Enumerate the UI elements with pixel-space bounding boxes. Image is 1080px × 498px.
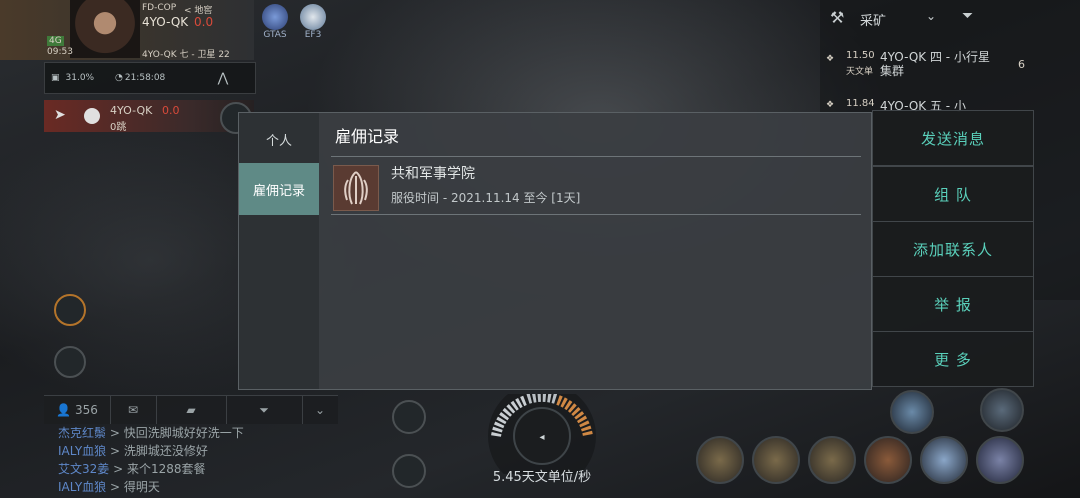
corp-tag: FD-COP bbox=[142, 3, 177, 13]
booster-module-icon[interactable] bbox=[864, 436, 912, 484]
corp-logo bbox=[333, 165, 379, 211]
drone-module-icon[interactable] bbox=[890, 390, 934, 434]
sender-name: IALY血狼 bbox=[58, 444, 107, 458]
tab-label: 雇佣记录 bbox=[252, 183, 305, 199]
message-text: > 快回洗脚城好好洗一下 bbox=[106, 426, 244, 440]
more-button[interactable]: 更 多 bbox=[872, 331, 1034, 387]
members-icon: 👤 bbox=[56, 403, 72, 417]
ef3-alliance-icon bbox=[300, 4, 326, 30]
autopilot-button[interactable]: ⋀ bbox=[195, 63, 251, 93]
chat-filter-button[interactable]: ⏷ bbox=[226, 396, 303, 424]
member-count: 356 bbox=[75, 403, 98, 417]
row-distance: 11.84 bbox=[846, 98, 875, 109]
alliance-badge[interactable]: EF3 bbox=[298, 4, 328, 40]
cargo-status[interactable]: ▣ 31.0% bbox=[51, 63, 111, 93]
mail-icon: ✉ bbox=[127, 403, 139, 417]
chat-bubble-icon: ▰ bbox=[186, 403, 196, 417]
chat-toolbar: 👤 356 ✉ ▰ ⏷ ⌄ bbox=[44, 395, 338, 424]
chat-collapse-button[interactable]: ⌄ bbox=[302, 396, 338, 424]
status-bar: ▣ 31.0% ◔ 21:58:08 ⋀ bbox=[44, 62, 256, 94]
report-button[interactable]: 举 报 bbox=[872, 276, 1034, 332]
sender-name: 杰克红鬃 bbox=[58, 426, 107, 440]
fleet-icon: ⋀ bbox=[217, 70, 229, 86]
service-period: 服役时间 - 2021.11.14 至今 [1天] bbox=[391, 191, 581, 205]
ship-hud[interactable]: ◂ bbox=[482, 382, 602, 490]
character-panel[interactable]: FD-COP < 地窖 4YO-QK 0.0 4G 09:53 4YO-QK 七… bbox=[0, 0, 254, 60]
timer-status[interactable]: ◔ 21:58:08 bbox=[115, 63, 185, 93]
warp-button[interactable] bbox=[392, 400, 426, 434]
title-divider bbox=[331, 156, 861, 157]
character-info-dialog: 个人 雇佣记录 雇佣记录 共和军事学院 服役时间 - 2021.11.14 至今… bbox=[238, 112, 872, 390]
chat-channel-button[interactable]: ▰ bbox=[156, 396, 227, 424]
cargo-percent: 31.0% bbox=[65, 73, 95, 83]
corp-label: GTAS bbox=[263, 30, 287, 40]
filter-icon: ⏷ bbox=[259, 402, 269, 417]
ship-status-gauge: ◂ bbox=[488, 382, 596, 490]
tab-label: 个人 bbox=[265, 133, 292, 149]
alliance-label: EF3 bbox=[304, 30, 322, 40]
navigate-arrow-icon: ➤ bbox=[54, 107, 66, 123]
chat-message: IALY血狼 > 洗脚城还没修好 bbox=[58, 442, 208, 459]
route-destination: 4YO-QK bbox=[110, 104, 153, 117]
route-security: 0.0 bbox=[162, 104, 180, 117]
chat-message: IALY血狼 > 得明天 bbox=[58, 478, 160, 495]
message-text: > 洗脚城还没修好 bbox=[106, 444, 208, 458]
mining-laser-icon: ⚒ bbox=[830, 8, 845, 27]
skill-icon: ◔ bbox=[115, 73, 123, 83]
mining-laser-module-icon[interactable] bbox=[752, 436, 800, 484]
route-jumps: 0跳 bbox=[110, 122, 127, 133]
ship-speed: 5.45天文单位/秒 bbox=[492, 470, 592, 485]
character-portrait[interactable] bbox=[70, 0, 140, 58]
asteroid-icon: ❖ bbox=[826, 100, 835, 110]
entry-divider bbox=[331, 214, 861, 215]
row-name: 4YO-QK 四 - 小行星集群 bbox=[880, 50, 990, 78]
system-security: 0.0 bbox=[194, 15, 214, 29]
signal-indicator: 4G bbox=[47, 36, 64, 46]
gtas-corp-icon bbox=[262, 4, 288, 30]
mail-button[interactable]: ✉ bbox=[110, 396, 157, 424]
corp-badge[interactable]: GTAS bbox=[260, 4, 290, 40]
chevron-down-icon[interactable]: ⌄ bbox=[926, 9, 936, 23]
chat-message: 艾文32姜 > 来个1288套餐 bbox=[58, 460, 206, 477]
destination-icon bbox=[84, 108, 100, 124]
message-text: > 来个1288套餐 bbox=[109, 462, 206, 476]
pilot-button[interactable] bbox=[54, 346, 86, 378]
svg-text:◂: ◂ bbox=[539, 432, 544, 443]
mining-laser-module-icon[interactable] bbox=[808, 436, 856, 484]
cargo-icon: ▣ bbox=[51, 73, 60, 83]
camera-button[interactable] bbox=[392, 454, 426, 488]
corp-name: 共和军事学院 bbox=[391, 166, 475, 182]
overview-row[interactable]: ❖ 11.50 天文单 4YO-QK 四 - 小行星集群 6 bbox=[820, 38, 1080, 86]
mining-laser-module-icon[interactable] bbox=[696, 436, 744, 484]
row-distance: 11.50 bbox=[846, 50, 875, 61]
chat-message: 杰克红鬃 > 快回洗脚城好好洗一下 bbox=[58, 424, 244, 441]
asteroid-icon: ❖ bbox=[826, 54, 835, 64]
tab-employment-history[interactable]: 雇佣记录 bbox=[239, 163, 319, 215]
member-count-button[interactable]: 👤 356 bbox=[44, 396, 111, 424]
dialog-title: 雇佣记录 bbox=[335, 127, 400, 146]
current-location: 4YO-QK 七 - 卫星 22 bbox=[142, 50, 230, 60]
utility-module-icon[interactable] bbox=[980, 388, 1024, 432]
overview-filter-label[interactable]: 采矿 bbox=[860, 10, 886, 29]
tab-personal[interactable]: 个人 bbox=[239, 113, 319, 165]
row-unit: 天文单 bbox=[846, 67, 874, 77]
chevron-down-icon: ⌄ bbox=[314, 403, 326, 417]
add-contact-button[interactable]: 添加联系人 bbox=[872, 221, 1034, 277]
dialog-sidebar: 个人 雇佣记录 bbox=[239, 113, 319, 389]
target-button[interactable] bbox=[54, 294, 86, 326]
message-text: > 得明天 bbox=[106, 480, 160, 494]
clock: 09:53 bbox=[47, 47, 73, 57]
system-name: 4YO-QK bbox=[142, 15, 189, 29]
shield-module-icon[interactable] bbox=[920, 436, 968, 484]
filter-icon[interactable]: ⏷ bbox=[962, 8, 973, 24]
invite-fleet-button[interactable]: 组 队 bbox=[872, 166, 1034, 222]
row-count: 6 bbox=[1018, 58, 1025, 71]
send-message-button[interactable]: 发送消息 bbox=[872, 110, 1034, 166]
propulsion-module-icon[interactable] bbox=[976, 436, 1024, 484]
sender-name: IALY血狼 bbox=[58, 480, 107, 494]
sender-name: 艾文32姜 bbox=[58, 462, 110, 476]
timer-value: 21:58:08 bbox=[124, 73, 166, 83]
